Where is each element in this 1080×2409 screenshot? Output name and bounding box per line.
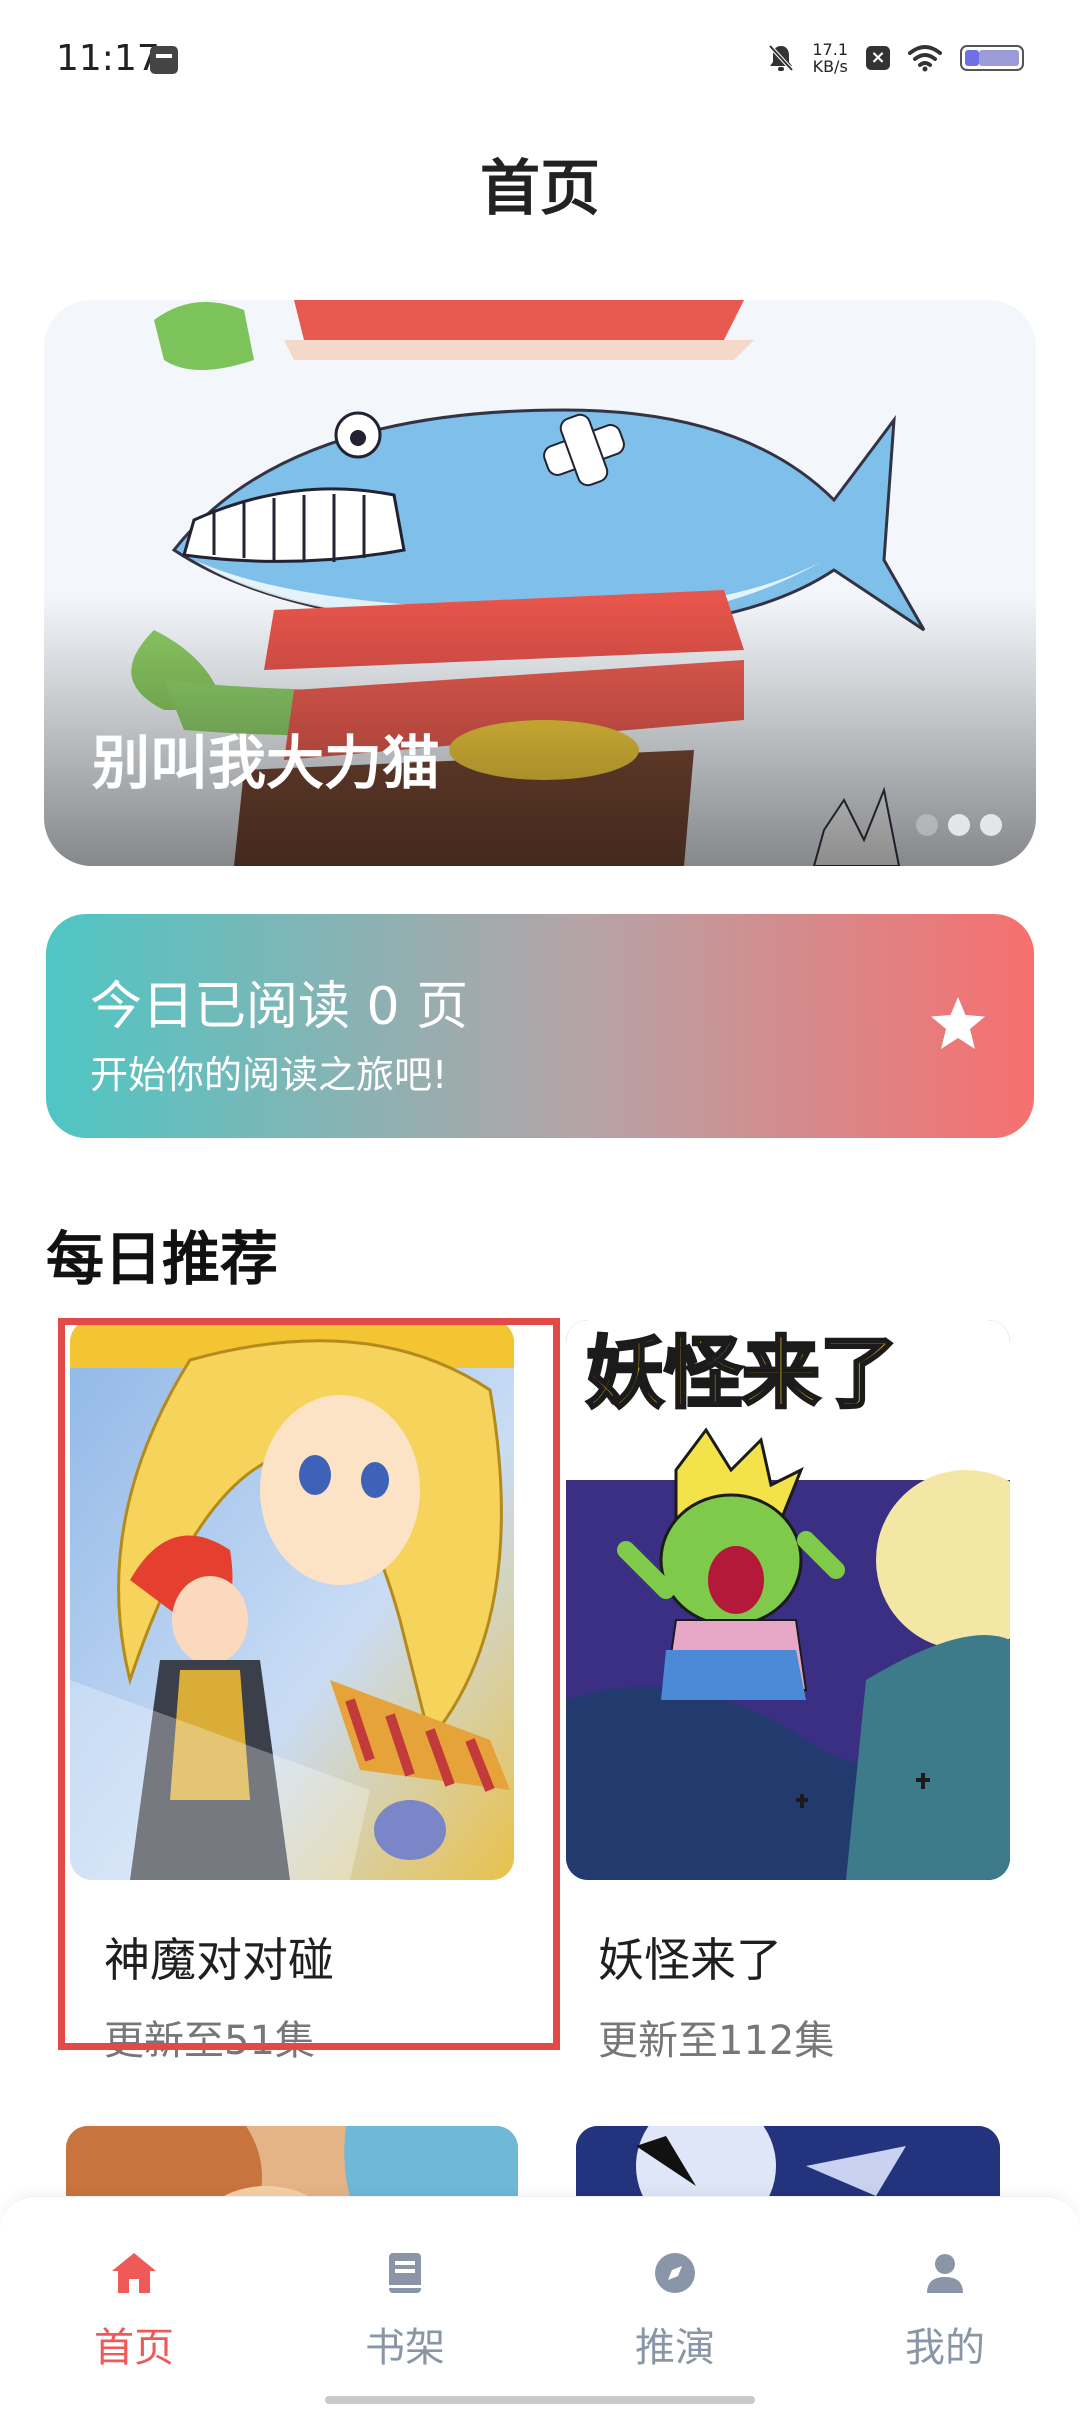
banner-carousel[interactable]: 别叫我大力猫 <box>44 300 1036 866</box>
status-time: 11:17 <box>56 38 160 79</box>
carousel-indicator <box>916 814 1002 836</box>
banner-title: 别叫我大力猫 <box>92 729 441 797</box>
nav-item-bookshelf[interactable]: 书架 <box>315 2247 495 2373</box>
bottom-navigation: 首页 书架 推演 我的 <box>0 2196 1080 2409</box>
page-title: 首页 <box>480 154 600 224</box>
comic-title: 妖怪来了 <box>598 1933 782 1987</box>
comic-cover: 妖怪来了 <box>566 1320 1010 1880</box>
nav-label: 首页 <box>94 2325 174 2371</box>
mute-bell-icon <box>768 43 794 73</box>
reading-stats-subtitle: 开始你的阅读之旅吧! <box>90 1053 448 1097</box>
status-icons: 17.1 KB/s × <box>768 38 1024 78</box>
reading-stats-card[interactable]: 今日已阅读 0 页 开始你的阅读之旅吧! <box>46 914 1034 1138</box>
net-speed-value: 17.1 <box>812 40 848 59</box>
cover-title-text: 妖怪来了 <box>586 1329 898 1419</box>
sim-card-icon <box>150 46 178 74</box>
net-speed-unit: KB/s <box>812 57 848 76</box>
battery-icon <box>960 45 1024 71</box>
nav-item-discover[interactable]: 推演 <box>585 2247 765 2373</box>
nav-label: 书架 <box>365 2325 445 2371</box>
reading-stats-title: 今日已阅读 0 页 <box>90 977 469 1037</box>
nav-item-profile[interactable]: 我的 <box>855 2247 1035 2373</box>
selection-highlight <box>58 1318 560 2050</box>
star-icon[interactable] <box>928 994 988 1054</box>
compass-icon <box>655 2253 695 2293</box>
user-icon <box>927 2254 963 2293</box>
wifi-icon <box>908 44 942 72</box>
nav-label: 我的 <box>905 2325 985 2371</box>
carousel-dot-active <box>948 814 970 836</box>
home-indicator[interactable] <box>325 2396 755 2404</box>
nav-item-home[interactable]: 首页 <box>44 2247 224 2373</box>
net-speed: 17.1 KB/s <box>812 41 848 75</box>
no-sim-icon: × <box>866 46 890 70</box>
status-bar: 11:17 17.1 KB/s × <box>0 0 1080 120</box>
book-icon <box>389 2253 421 2293</box>
section-title: 每日推荐 <box>46 1225 279 1293</box>
nav-label: 推演 <box>635 2325 715 2371</box>
home-icon <box>112 2253 156 2293</box>
carousel-dot <box>980 814 1002 836</box>
comic-card[interactable]: 妖怪来了 妖怪来了 更新至112集 <box>566 1320 1010 2066</box>
carousel-dot <box>916 814 938 836</box>
comic-update-info: 更新至112集 <box>598 2018 835 2064</box>
